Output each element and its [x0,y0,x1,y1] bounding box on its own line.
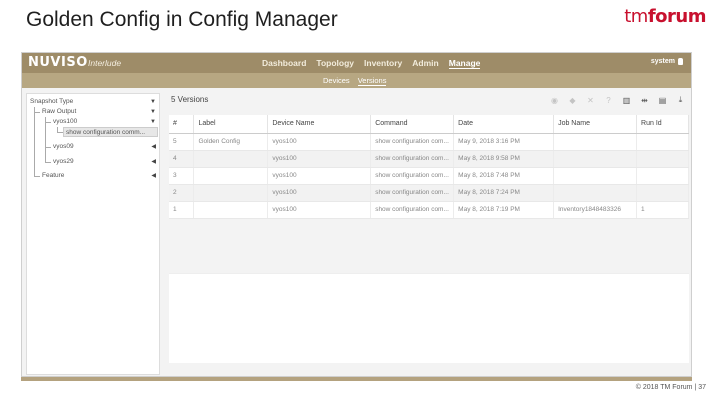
lock-icon [678,58,683,65]
table-cell [636,167,689,185]
table-cell: May 8, 2018 7:48 PM [453,167,555,185]
app-subtitle: Interlude [88,58,122,68]
nav-dashboard[interactable]: Dashboard [262,58,306,68]
table-cell: 1 [169,201,195,219]
table-cell: vyos100 [267,133,372,151]
help-icon[interactable]: ? [604,96,613,105]
table-cell: 1 [636,201,689,219]
table-row[interactable]: 3 vyos100 show configuration com... May … [169,167,689,185]
top-navbar: NUVISO Interlude Dashboard Topology Inve… [22,53,691,73]
table-cell: May 8, 2018 7:24 PM [453,184,555,202]
table-cell [553,167,638,185]
versions-panel: 5 Versions ◉ ◆ ✕ ? ▥ ⇹ ▤ ⤓ # Label Devic… [169,93,689,375]
nav-admin[interactable]: Admin [412,58,438,68]
table-cell: 2 [169,184,195,202]
table-cell: Golden Config [193,133,269,151]
download-icon[interactable]: ⤓ [676,95,685,105]
user-menu[interactable]: system [651,58,683,65]
table-empty-area [169,273,689,363]
table-cell [636,184,689,202]
table-cell: May 8, 2018 9:58 PM [453,150,555,168]
eye-icon[interactable]: ◉ [550,96,559,105]
tree-item-show-configuration[interactable]: show configuration comm... [63,127,158,137]
table-cell [636,150,689,168]
chevron-left-icon: ◀ [151,173,156,179]
table-cell: show configuration com... [370,150,455,168]
main-nav: Dashboard Topology Inventory Admin Manag… [262,53,481,73]
table-header-row: # Label Device Name Command Date Job Nam… [169,115,689,134]
table-cell: 4 [169,150,195,168]
table-cell: Inventory1848483326 [553,201,638,219]
sub-nav: Devices Versions [323,73,387,88]
table-cell: show configuration com... [370,201,455,219]
table-cell: vyos100 [267,184,372,202]
table-cell: show configuration com... [370,167,455,185]
table-row[interactable]: 4 vyos100 show configuration com... May … [169,150,689,168]
tab-versions[interactable]: Versions [357,76,387,86]
column-header[interactable]: Device Name [267,115,372,134]
versions-table: # Label Device Name Command Date Job Nam… [169,115,689,219]
nav-topology[interactable]: Topology [316,58,354,68]
close-icon[interactable]: ✕ [586,96,595,105]
table-cell: 3 [169,167,195,185]
table-cell [553,184,638,202]
compare-icon[interactable]: ⇹ [640,96,649,105]
table-cell: vyos100 [267,201,372,219]
versions-toolbar: ◉ ◆ ✕ ? ▥ ⇹ ▤ ⤓ [550,95,685,105]
table-row[interactable]: 5 Golden Config vyos100 show configurati… [169,133,689,151]
table-cell: May 8, 2018 7:19 PM [453,201,555,219]
column-header[interactable]: Job Name [553,115,638,134]
tree-item-vyos29[interactable]: vyos29 ◀ [53,157,156,167]
sub-navbar: Devices Versions [22,73,691,88]
chevron-down-icon: ▼ [150,99,156,105]
tree-item-raw-output[interactable]: Raw Output ▼ [42,107,156,117]
table-cell: show configuration com... [370,133,455,151]
tab-devices[interactable]: Devices [323,76,350,85]
versions-heading: 5 Versions [171,95,209,104]
chevron-down-icon: ▼ [150,119,156,125]
app-screenshot: NUVISO Interlude Dashboard Topology Inve… [21,52,692,377]
table-row[interactable]: 2 vyos100 show configuration com... May … [169,184,689,202]
nav-manage[interactable]: Manage [448,58,481,69]
table-cell [193,150,269,168]
columns-icon[interactable]: ▥ [622,96,631,105]
slide-title: Golden Config in Config Manager [26,8,338,31]
chevron-down-icon: ▼ [150,109,156,115]
table-cell [193,184,269,202]
column-header[interactable]: Date [453,115,555,134]
tree-item-vyos100[interactable]: vyos100 ▼ [53,117,156,127]
table-cell: show configuration com... [370,184,455,202]
column-header[interactable]: Label [193,115,269,134]
table-cell: vyos100 [267,150,372,168]
table-cell [193,201,269,219]
column-header[interactable]: Run Id [636,115,689,134]
table-row[interactable]: 1 vyos100 show configuration com... May … [169,201,689,219]
column-header[interactable]: # [169,115,195,134]
tree-item-vyos09[interactable]: vyos09 ◀ [53,142,156,152]
tag-icon[interactable]: ◆ [568,96,577,105]
chevron-left-icon: ◀ [151,159,156,165]
taskbar-strip [21,377,692,381]
table-cell [193,167,269,185]
user-name: system [650,58,675,65]
slide-footer: © 2018 TM Forum | 37 [635,384,706,391]
table-cell: May 9, 2018 3:16 PM [453,133,555,151]
table-cell [636,133,689,151]
app-brand: NUVISO [28,55,88,70]
table-cell [553,150,638,168]
tree-header[interactable]: Snapshot Type ▼ [30,97,156,107]
print-icon[interactable]: ▤ [658,96,667,105]
tree-item-feature[interactable]: Feature ◀ [42,171,156,181]
column-header[interactable]: Command [370,115,455,134]
nav-inventory[interactable]: Inventory [364,58,402,68]
chevron-left-icon: ◀ [151,144,156,150]
table-cell: 5 [169,133,195,151]
table-cell: vyos100 [267,167,372,185]
table-cell [553,133,638,151]
tm-forum-logo: tmforum [624,6,706,27]
snapshot-tree: Snapshot Type ▼ Raw Output ▼ vyos100 ▼ s… [26,93,160,375]
